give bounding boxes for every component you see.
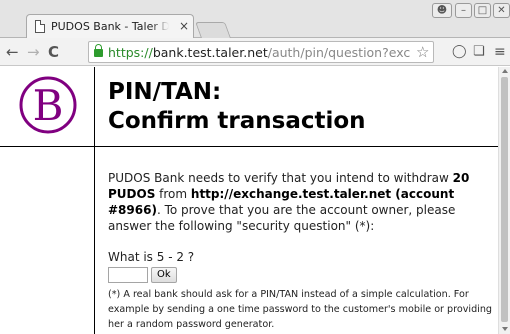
scroll-down-arrow-icon[interactable] bbox=[502, 327, 508, 331]
new-tab-button[interactable] bbox=[195, 22, 231, 38]
tab-title: PUDOS Bank - Taler Demo bbox=[51, 20, 169, 33]
lock-icon bbox=[94, 44, 103, 57]
security-question: What is 5 - 2 ? bbox=[108, 250, 195, 264]
main-content: PUDOS Bank needs to verify that you inte… bbox=[108, 170, 493, 332]
star-icon[interactable]: ☆ bbox=[416, 43, 429, 61]
bank-logo: B bbox=[19, 76, 77, 134]
page-viewport: B PIN/TAN: Confirm transaction PUDOS Ban… bbox=[0, 67, 498, 334]
intro-paragraph: PUDOS Bank needs to verify that you inte… bbox=[108, 171, 470, 233]
footnote: (*) A real bank should ask for a PIN/TAN… bbox=[108, 289, 493, 330]
ok-button[interactable]: Ok bbox=[151, 267, 177, 283]
page-title: PIN/TAN: Confirm transaction bbox=[108, 78, 366, 136]
url-text[interactable]: https://bank.test.taler.net/auth/pin/que… bbox=[108, 44, 410, 61]
page-title-line-1: PIN/TAN: bbox=[108, 79, 222, 105]
extension-shield-icon[interactable]: ◯ bbox=[452, 43, 467, 61]
close-window-button[interactable]: ✕ bbox=[493, 3, 510, 18]
page-title-line-2: Confirm transaction bbox=[108, 108, 366, 134]
document-icon bbox=[35, 20, 45, 33]
column-divider bbox=[94, 67, 95, 334]
browser-tab[interactable]: PUDOS Bank - Taler Demo × bbox=[26, 14, 194, 38]
reload-icon[interactable]: C bbox=[48, 43, 59, 61]
scroll-up-arrow-icon[interactable] bbox=[502, 69, 508, 73]
tab-strip: PUDOS Bank - Taler Demo × ☻ – □ ✕ bbox=[0, 0, 510, 38]
extension-copy-icon[interactable]: ❏ bbox=[473, 43, 485, 61]
tab-close-icon[interactable]: × bbox=[179, 18, 189, 34]
hamburger-menu-icon[interactable]: ≡ bbox=[494, 43, 506, 61]
answer-form: Ok bbox=[108, 267, 493, 284]
user-profile-icon[interactable]: ☻ bbox=[432, 3, 452, 18]
header-divider bbox=[0, 146, 498, 147]
answer-input[interactable] bbox=[108, 267, 148, 283]
address-bar[interactable]: https://bank.test.taler.net/auth/pin/que… bbox=[88, 41, 434, 63]
vertical-scrollbar[interactable] bbox=[498, 67, 510, 334]
browser-toolbar: ← → C https://bank.test.taler.net/auth/p… bbox=[0, 38, 510, 66]
back-arrow-icon[interactable]: ← bbox=[6, 43, 19, 61]
maximize-button[interactable]: □ bbox=[474, 3, 491, 18]
minimize-button[interactable]: – bbox=[455, 3, 472, 18]
forward-arrow-icon[interactable]: → bbox=[27, 43, 40, 61]
scroll-thumb[interactable] bbox=[501, 77, 508, 322]
logo-letter: B bbox=[33, 81, 64, 130]
